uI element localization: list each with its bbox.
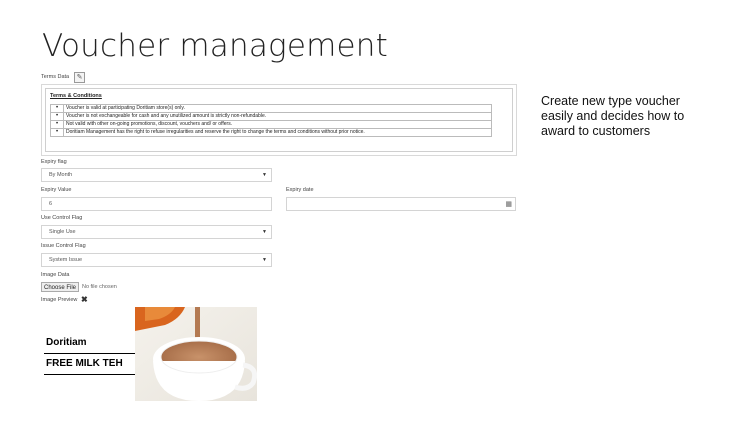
file-status-text: No file chosen: [82, 284, 117, 290]
expiry-value-text: 6: [49, 201, 53, 207]
page-title: Voucher management: [42, 28, 388, 64]
terms-row: • Not valid with other on-going promotion…: [50, 120, 492, 129]
terms-item: Voucher is valid at participating Doriti…: [63, 104, 492, 113]
terms-table: • Voucher is valid at participating Dorit…: [50, 104, 492, 137]
divider: [44, 374, 136, 375]
expiry-flag-value: By Month: [49, 172, 73, 178]
expiry-date-label: Expiry date: [286, 187, 314, 193]
slide-note: Create new type voucher easily and decid…: [541, 94, 685, 138]
image-data-label: Image Data: [41, 272, 70, 278]
bullet-icon: •: [50, 128, 64, 137]
expiry-value-label: Expiry Value: [41, 187, 72, 193]
terms-row: • Voucher is not exchangeable for cash an…: [50, 112, 492, 121]
close-icon[interactable]: ✖: [81, 295, 88, 304]
terms-item: Doritiam Management has the right to ref…: [63, 128, 492, 137]
bullet-icon: •: [50, 112, 64, 121]
terms-editor[interactable]: Terms & Conditions • Voucher is valid at …: [41, 84, 517, 156]
issue-control-value: System Issue: [49, 257, 83, 263]
terms-row: • Doritiam Management has the right to re…: [50, 128, 492, 137]
issue-control-label: Issue Control Flag: [41, 243, 86, 249]
milk-tea-photo: [135, 307, 257, 401]
caret-down-icon: ▼: [262, 172, 267, 178]
caret-down-icon: ▼: [262, 229, 267, 235]
use-control-value: Single Use: [49, 229, 76, 235]
use-control-label: Use Control Flag: [41, 215, 83, 221]
terms-heading: Terms & Conditions: [50, 93, 102, 99]
calendar-icon[interactable]: ▦: [505, 200, 512, 208]
expiry-flag-label: Expiry flag: [41, 159, 67, 165]
terms-editor-content: Terms & Conditions • Voucher is valid at …: [45, 88, 513, 152]
expiry-value-input[interactable]: 6: [41, 197, 272, 211]
preview-offer: FREE MILK TEH: [46, 358, 123, 369]
terms-row: • Voucher is valid at participating Dorit…: [50, 104, 492, 113]
choose-file-button[interactable]: Choose File: [41, 282, 79, 292]
image-preview: Doritiam FREE MILK TEH: [41, 307, 257, 401]
bullet-icon: •: [50, 120, 64, 129]
expiry-date-input[interactable]: ▦: [286, 197, 516, 211]
use-control-select[interactable]: Single Use ▼: [41, 225, 272, 239]
expiry-flag-select[interactable]: By Month ▼: [41, 168, 272, 182]
caret-down-icon: ▼: [262, 257, 267, 263]
terms-item: Not valid with other on-going promotions…: [63, 120, 492, 129]
bullet-icon: •: [50, 104, 64, 113]
terms-data-label: Terms Data: [41, 74, 70, 80]
issue-control-select[interactable]: System Issue ▼: [41, 253, 272, 267]
terms-item: Voucher is not exchangeable for cash and…: [63, 112, 492, 121]
image-preview-label: Image Preview: [41, 297, 78, 303]
edit-icon[interactable]: ✎: [74, 72, 85, 83]
divider: [44, 353, 136, 354]
preview-brand: Doritiam: [46, 337, 87, 348]
